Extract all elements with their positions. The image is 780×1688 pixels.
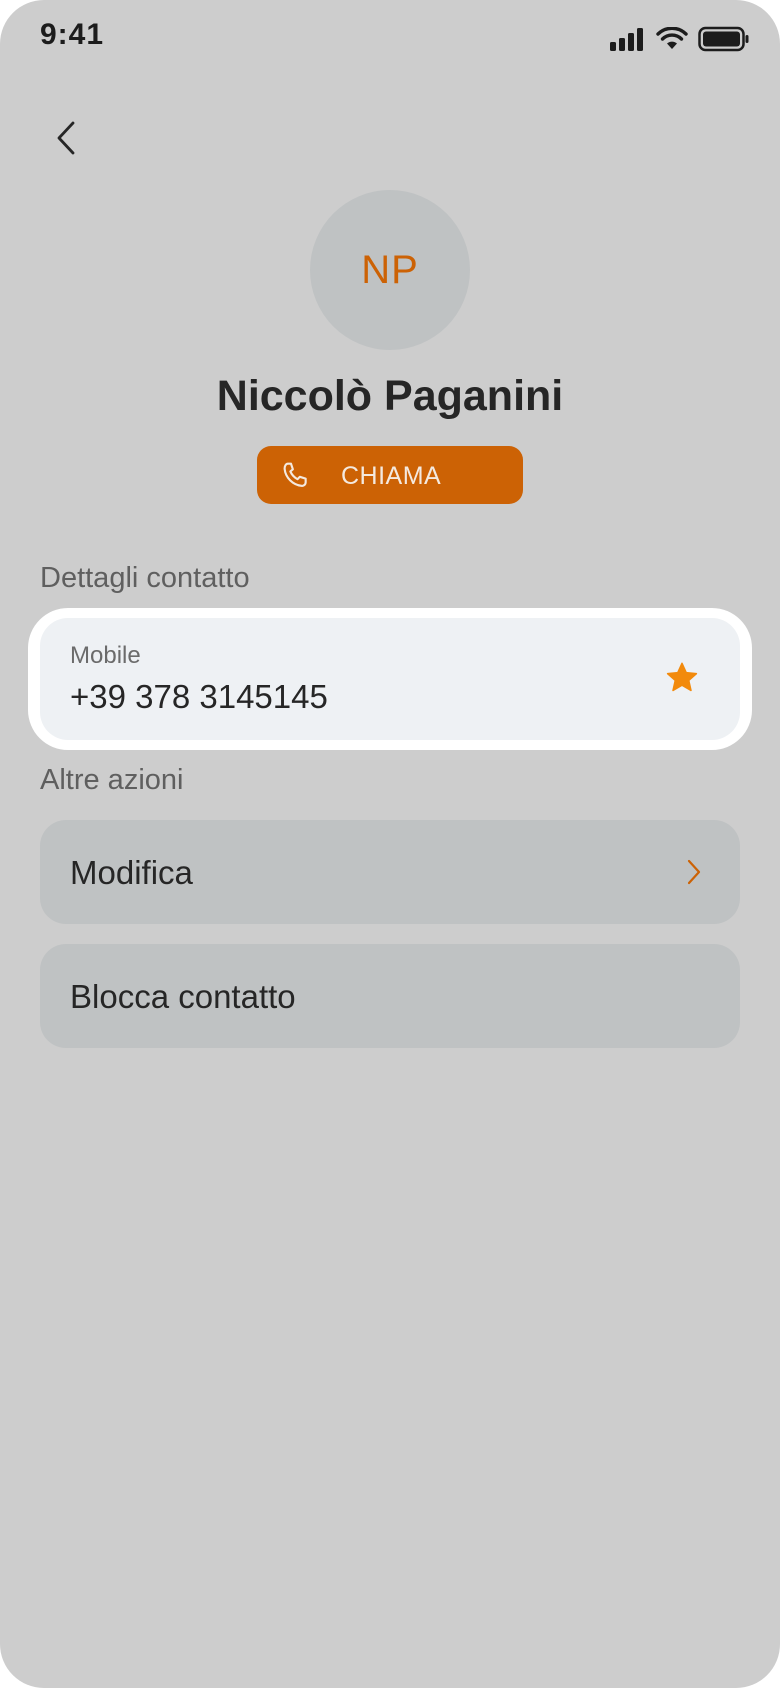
- edit-contact-row[interactable]: Modifica: [40, 820, 740, 924]
- contact-name: Niccolò Paganini: [216, 372, 564, 420]
- back-button[interactable]: [44, 118, 88, 162]
- chevron-right-icon: [686, 858, 702, 891]
- block-contact-row[interactable]: Blocca contatto: [40, 944, 740, 1048]
- phone-number-card[interactable]: Mobile +39 378 3145145: [40, 618, 740, 740]
- status-time: 9:41: [40, 18, 105, 51]
- phone-icon: [279, 460, 311, 497]
- phone-type-label: Mobile: [70, 642, 141, 669]
- status-icons: [610, 26, 750, 52]
- details-section-title: Dettagli contatto: [40, 562, 250, 594]
- call-button-label: CHIAMA: [341, 462, 442, 490]
- block-contact-label: Blocca contatto: [70, 978, 296, 1015]
- contact-detail-screen: 9:41 NP Niccolò Paganini CHIAMA Dettagli…: [0, 0, 780, 1688]
- cellular-signal-icon: [610, 27, 646, 51]
- avatar-initials: NP: [361, 247, 419, 292]
- actions-section-title: Altre azioni: [40, 764, 184, 796]
- chevron-left-icon: [54, 120, 78, 161]
- wifi-icon: [656, 27, 688, 51]
- avatar: NP: [310, 190, 470, 350]
- battery-icon: [698, 26, 750, 52]
- phone-number: +39 378 3145145: [70, 678, 328, 715]
- edit-contact-label: Modifica: [70, 854, 193, 891]
- star-icon[interactable]: [664, 660, 700, 701]
- call-button[interactable]: CHIAMA: [257, 446, 523, 504]
